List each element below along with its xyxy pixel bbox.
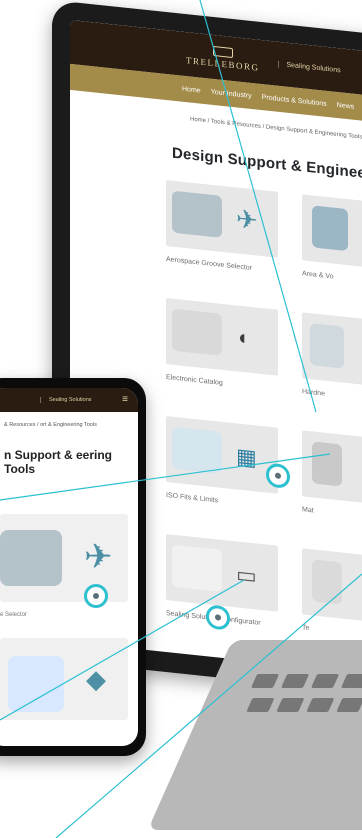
callout-line [0, 579, 245, 721]
callout-line [55, 573, 362, 838]
stage: TRELLEBORG Sealing Solutions Home Your I… [0, 0, 362, 838]
callout-line [199, 0, 317, 413]
callout-lines [0, 0, 362, 838]
callout-line [0, 453, 331, 501]
